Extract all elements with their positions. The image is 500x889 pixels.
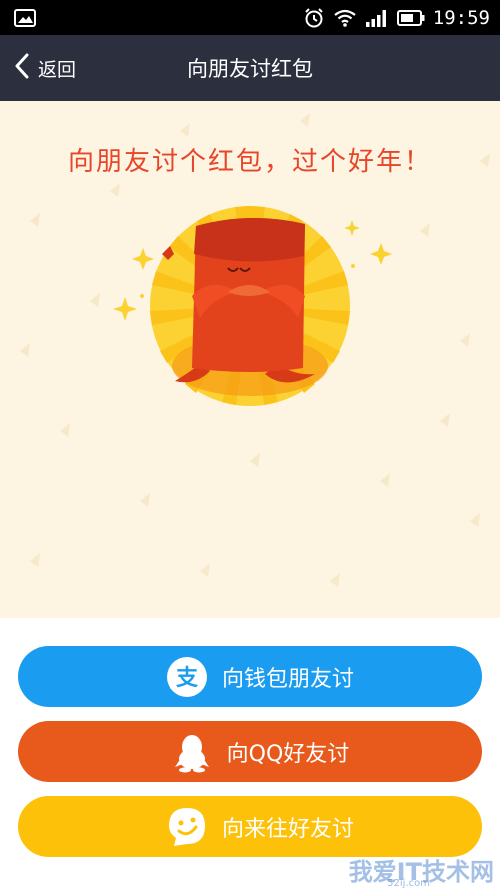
nav-bar: 返回 向朋友讨红包 — [0, 35, 500, 101]
alipay-icon: 支 — [166, 656, 208, 698]
back-button[interactable]: 返回 — [14, 35, 76, 101]
action-list: 支 向钱包朋友讨 向QQ好友讨 向来往好友讨 — [18, 646, 482, 871]
button-label: 向来往好友讨 — [221, 816, 354, 842]
watermark-sub: 52ij.com — [387, 878, 430, 889]
image-icon — [14, 8, 36, 27]
status-bar: 19:59 — [0, 0, 500, 35]
button-label: 向QQ好友讨 — [226, 741, 350, 767]
wifi-icon — [333, 9, 357, 27]
back-label: 返回 — [38, 58, 77, 81]
button-label: 向钱包朋友讨 — [221, 666, 354, 692]
status-time: 19:59 — [432, 6, 490, 29]
alarm-icon — [303, 7, 325, 29]
ask-qq-friends-button[interactable]: 向QQ好友讨 — [18, 721, 482, 782]
laiwang-smile-icon — [166, 806, 208, 848]
qq-penguin-icon — [171, 731, 213, 773]
red-envelope-mascot — [113, 206, 392, 406]
battery-icon — [396, 9, 425, 26]
ask-alipay-friends-button[interactable]: 支 向钱包朋友讨 — [18, 646, 482, 707]
banner: 向朋友讨个红包，过个好年！ — [0, 101, 500, 618]
signal-icon — [365, 9, 389, 27]
ask-laiwang-friends-button[interactable]: 向来往好友讨 — [18, 796, 482, 857]
banner-headline: 向朋友讨个红包，过个好年！ — [67, 147, 432, 177]
chevron-left-icon — [14, 53, 30, 83]
svg-text:支: 支 — [176, 666, 199, 691]
